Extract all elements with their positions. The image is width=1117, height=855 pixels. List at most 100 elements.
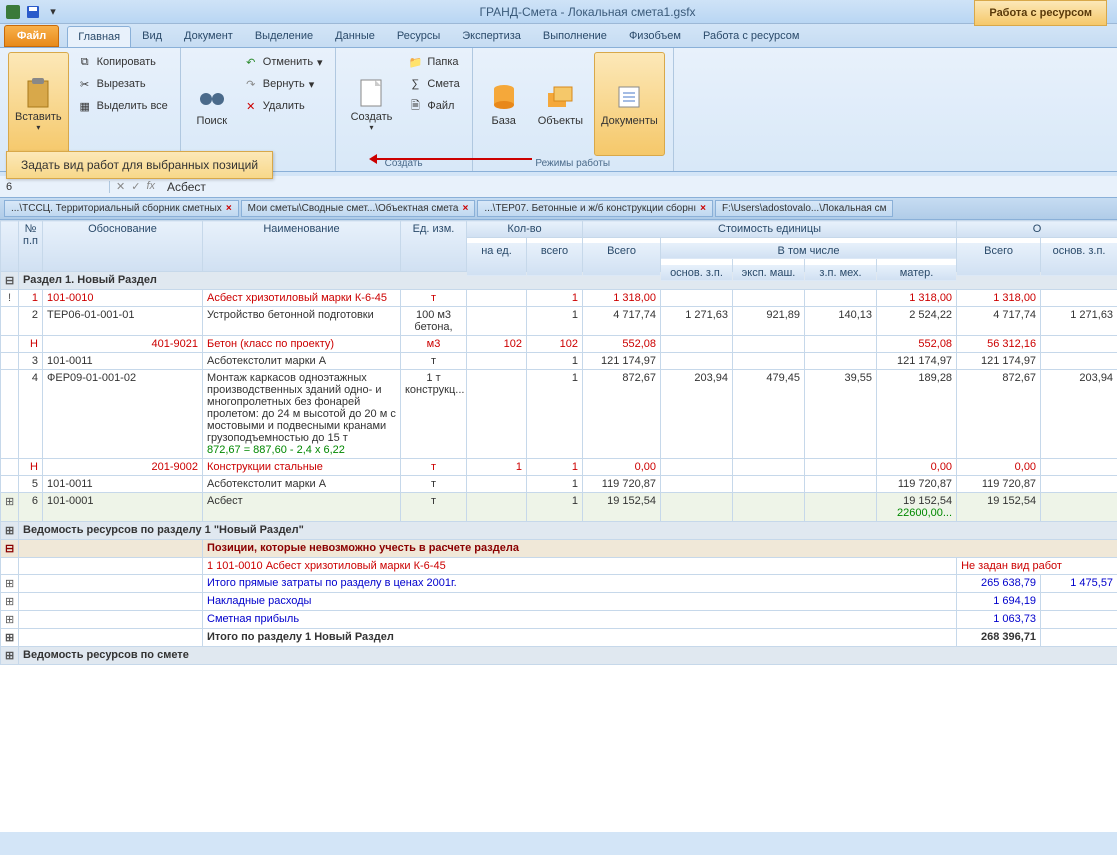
- cell[interactable]: 872,67: [583, 370, 661, 459]
- tab-main[interactable]: Главная: [67, 26, 131, 47]
- cell[interactable]: 101-0011: [43, 353, 203, 370]
- cell[interactable]: 121 174,97: [877, 353, 957, 370]
- cell[interactable]: 872,67: [957, 370, 1041, 459]
- select-all-button[interactable]: ▦Выделить все: [73, 96, 172, 116]
- cell[interactable]: 1: [527, 353, 583, 370]
- cell[interactable]: 1 318,00: [583, 290, 661, 307]
- doc-tab-3[interactable]: ...\ТЕР07. Бетонные и ж/б конструкции сб…: [477, 200, 713, 217]
- cancel-icon[interactable]: ✕: [116, 180, 125, 193]
- cell[interactable]: 19 152,5422600,00...: [877, 493, 957, 522]
- cell[interactable]: 3: [19, 353, 43, 370]
- cell[interactable]: 1: [19, 290, 43, 307]
- cell[interactable]: 121 174,97: [583, 353, 661, 370]
- formula-content[interactable]: Асбест: [161, 180, 1117, 194]
- tab-expertise[interactable]: Экспертиза: [451, 25, 532, 47]
- tab-resources[interactable]: Ресурсы: [386, 25, 451, 47]
- cell[interactable]: Асбест: [203, 493, 401, 522]
- cell[interactable]: [467, 493, 527, 522]
- col-vsego[interactable]: всего: [527, 242, 583, 276]
- col-osn2[interactable]: основ. з.п.: [1041, 242, 1117, 276]
- cell[interactable]: 4 717,74: [583, 307, 661, 336]
- close-icon[interactable]: ×: [462, 203, 468, 214]
- cell[interactable]: [1041, 459, 1117, 476]
- base-button[interactable]: База: [481, 52, 527, 156]
- col-vtom[interactable]: В том числе: [661, 242, 957, 259]
- error-header-row[interactable]: ⊟Позиции, которые невозможно учесть в ра…: [1, 540, 1117, 558]
- table-row[interactable]: !1101-0010Асбест хризотиловый марки К-6-…: [1, 290, 1117, 307]
- cell[interactable]: [467, 476, 527, 493]
- cell[interactable]: 102: [527, 336, 583, 353]
- cell[interactable]: 5: [19, 476, 43, 493]
- cell[interactable]: Асботекстолит марки А: [203, 476, 401, 493]
- app-icon[interactable]: [4, 3, 22, 21]
- cell[interactable]: 552,08: [583, 336, 661, 353]
- col-eksp[interactable]: эксп. маш.: [733, 264, 805, 281]
- col-naed[interactable]: на ед.: [467, 242, 527, 276]
- tab-resource-work[interactable]: Работа с ресурсом: [692, 25, 810, 47]
- cell[interactable]: Бетон (класс по проекту): [203, 336, 401, 353]
- cell[interactable]: 401-9021: [43, 336, 203, 353]
- table-row[interactable]: Н201-9002Конструкции стальныет110,000,00…: [1, 459, 1117, 476]
- cell[interactable]: 6: [19, 493, 43, 522]
- cell[interactable]: [661, 459, 733, 476]
- cell[interactable]: 479,45: [733, 370, 805, 459]
- table-row[interactable]: ⊞6101-0001Асбестт119 152,5419 152,542260…: [1, 493, 1117, 522]
- tab-execution[interactable]: Выполнение: [532, 25, 618, 47]
- cut-button[interactable]: ✂Вырезать: [73, 74, 172, 94]
- cell[interactable]: [1041, 336, 1117, 353]
- tab-physvol[interactable]: Физобъем: [618, 25, 692, 47]
- cell[interactable]: [467, 307, 527, 336]
- cell[interactable]: 56 312,16: [957, 336, 1041, 353]
- col-vsego2[interactable]: Всего: [583, 242, 661, 276]
- vedomost-row[interactable]: ⊞Ведомость ресурсов по разделу 1 "Новый …: [1, 522, 1117, 540]
- search-button[interactable]: Поиск: [189, 52, 235, 156]
- cell[interactable]: [1041, 493, 1117, 522]
- cell[interactable]: 1: [527, 476, 583, 493]
- doc-tab-2[interactable]: Мои сметы\Сводные смет...\Объектная смет…: [241, 200, 476, 217]
- cell[interactable]: [661, 493, 733, 522]
- col-ed[interactable]: Ед. изм.: [401, 221, 467, 272]
- cell[interactable]: [661, 353, 733, 370]
- col-cost[interactable]: Стоимость единицы: [583, 221, 957, 238]
- cell[interactable]: 201-9002: [43, 459, 203, 476]
- cell[interactable]: [661, 476, 733, 493]
- table-row[interactable]: 4ФЕР09-01-001-02Монтаж каркасов одноэтаж…: [1, 370, 1117, 459]
- redo-button[interactable]: ↷Вернуть ▾: [239, 74, 327, 94]
- cell[interactable]: 0,00: [957, 459, 1041, 476]
- cell[interactable]: 203,94: [661, 370, 733, 459]
- cell[interactable]: Устройство бетонной подготовки: [203, 307, 401, 336]
- cell[interactable]: 1: [527, 493, 583, 522]
- cell[interactable]: 1 318,00: [957, 290, 1041, 307]
- file-sub-button[interactable]: 🗎Файл: [403, 96, 463, 116]
- cell[interactable]: [661, 290, 733, 307]
- accept-icon[interactable]: ✓: [131, 180, 140, 193]
- copy-button[interactable]: ⧉Копировать: [73, 52, 172, 72]
- cell[interactable]: т: [401, 459, 467, 476]
- qat-dropdown-icon[interactable]: ▾: [44, 3, 62, 21]
- cell[interactable]: [1041, 476, 1117, 493]
- cell[interactable]: 39,55: [805, 370, 877, 459]
- col-vs2[interactable]: Всего: [957, 242, 1041, 276]
- cell[interactable]: т: [401, 476, 467, 493]
- cell[interactable]: 101-0011: [43, 476, 203, 493]
- cell[interactable]: 100 м3 бетона,: [401, 307, 467, 336]
- cell[interactable]: т: [401, 353, 467, 370]
- cell[interactable]: Н: [19, 336, 43, 353]
- cell[interactable]: [1041, 353, 1117, 370]
- col-mater[interactable]: матер.: [877, 264, 957, 281]
- cell[interactable]: т: [401, 493, 467, 522]
- cell[interactable]: 19 152,54: [957, 493, 1041, 522]
- cell[interactable]: м3: [401, 336, 467, 353]
- cell[interactable]: [733, 476, 805, 493]
- cell[interactable]: [733, 459, 805, 476]
- close-icon[interactable]: ×: [226, 203, 232, 214]
- col-qty[interactable]: Кол-во: [467, 221, 583, 238]
- cell[interactable]: 0,00: [583, 459, 661, 476]
- cell[interactable]: 101-0010: [43, 290, 203, 307]
- cell[interactable]: 102: [467, 336, 527, 353]
- grand-total-row[interactable]: ⊞Итого по разделу 1 Новый Раздел268 396,…: [1, 629, 1117, 647]
- cell[interactable]: 119 720,87: [957, 476, 1041, 493]
- cell[interactable]: Монтаж каркасов одноэтажных производстве…: [203, 370, 401, 459]
- col-o[interactable]: О: [957, 221, 1117, 238]
- cell[interactable]: 19 152,54: [583, 493, 661, 522]
